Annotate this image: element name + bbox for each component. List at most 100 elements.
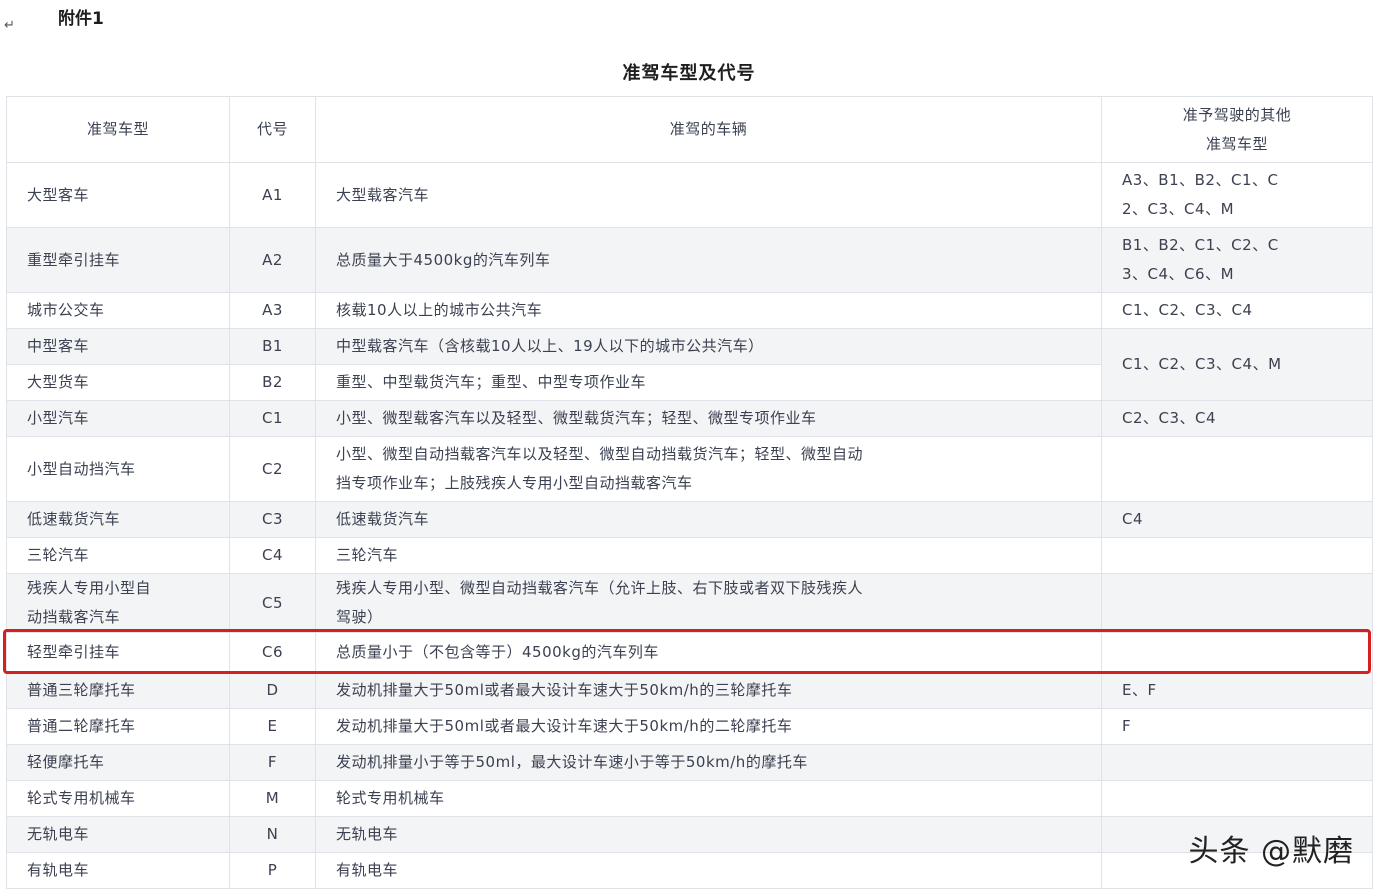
cell-others-line: C2、C3、C4 <box>1122 409 1217 427</box>
table-row: 中型客车 B1 中型载客汽车（含核载10人以上、19人以下的城市公共汽车） C1、C2… <box>6 328 1373 401</box>
cell-others-line: B1、B2、C1、C2、C <box>1122 236 1279 254</box>
cell-vehicles: 有轨电车 <box>315 852 1102 889</box>
cell-type-line: 大型客车 <box>27 185 90 204</box>
table-row: 城市公交车 A3 核载10人以上的城市公共汽车 C1、C2、C3、C4 <box>6 292 1373 329</box>
cell-others: B1、B2、C1、C2、C 3、C4、C6、M <box>1101 227 1373 293</box>
cell-code: C4 <box>229 537 316 574</box>
cell-vehicles-line: 发动机排量大于50ml或者最大设计车速大于50km/h的三轮摩托车 <box>336 681 793 699</box>
cell-vehicles-line: 发动机排量大于50ml或者最大设计车速大于50km/h的二轮摩托车 <box>336 717 793 735</box>
cell-type-line: 有轨电车 <box>27 861 90 879</box>
cell-vehicles: 发动机排量大于50ml或者最大设计车速大于50km/h的二轮摩托车 <box>315 708 1102 745</box>
table-header-row: 准驾车型 代号 准驾的车辆 准予驾驶的其他 准驾车型 <box>6 96 1373 163</box>
cell-code: C2 <box>229 436 316 502</box>
watermark: 头条 @默磨 <box>1188 834 1354 869</box>
attachment-label: 附件1 <box>58 9 104 29</box>
table-row: 残疾人专用小型自 动挡载客汽车 C5 残疾人专用小型、微型自动挡载客汽车（允许上肢、右… <box>6 573 1373 633</box>
cell-vehicles-line: 重型、中型载货汽车；重型、中型专项作业车 <box>336 373 647 391</box>
cell-others: E、F <box>1101 672 1373 709</box>
cell-others: F <box>1101 708 1373 745</box>
cell-code: B2 <box>229 364 316 401</box>
cell-type-line: 残疾人专用小型自 <box>27 579 152 597</box>
cell-vehicles-line: 大型载客汽车 <box>336 185 430 204</box>
cell-others <box>1101 537 1373 574</box>
cell-type: 无轨电车 <box>6 816 230 853</box>
cell-vehicles-line: 低速载货汽车 <box>336 510 430 528</box>
cell-code: C5 <box>229 573 316 633</box>
cell-code: B1 <box>229 328 316 365</box>
table-row: 普通三轮摩托车 D 发动机排量大于50ml或者最大设计车速大于50km/h的三轮摩托… <box>6 672 1373 709</box>
cell-code: A2 <box>229 227 316 293</box>
cell-others <box>1101 573 1373 633</box>
header-type: 准驾车型 <box>6 96 230 163</box>
cell-vehicles: 小型、微型自动挡载客汽车以及轻型、微型自动挡载货汽车；轻型、微型自动 挡专项作业车… <box>315 436 1102 502</box>
cell-type-line: 重型牵引挂车 <box>27 250 121 269</box>
cell-others-line: A3、B1、B2、C1、C <box>1122 171 1279 189</box>
cell-code: C1 <box>229 400 316 437</box>
cell-vehicles-line: 小型、微型自动挡载客汽车以及轻型、微型自动挡载货汽车；轻型、微型自动 <box>336 445 864 463</box>
cell-others: C1、C2、C3、C4 <box>1101 292 1373 329</box>
header-others-line2: 准驾车型 <box>1205 134 1268 153</box>
cell-type-line: 普通二轮摩托车 <box>27 717 136 735</box>
cell-type: 普通二轮摩托车 <box>6 708 230 745</box>
cell-type-line: 小型自动挡汽车 <box>27 459 136 478</box>
license-class-table: 准驾车型 代号 准驾的车辆 准予驾驶的其他 准驾车型 大型客车 A1 大型载客汽车 A… <box>6 96 1373 889</box>
cell-code: A1 <box>229 162 316 228</box>
cell-type: 轻便摩托车 <box>6 744 230 781</box>
cell-others: A3、B1、B2、C1、C 2、C3、C4、M <box>1101 162 1373 228</box>
table-row: 低速载货汽车 C3 低速载货汽车 C4 <box>6 501 1373 538</box>
cell-vehicles: 核载10人以上的城市公共汽车 <box>315 292 1102 329</box>
cell-others-line: 2、C3、C4、M <box>1122 200 1235 218</box>
cell-vehicles-line: 小型、微型载客汽车以及轻型、微型载货汽车；轻型、微型专项作业车 <box>336 409 817 427</box>
cell-vehicles-line: 三轮汽车 <box>336 546 399 564</box>
cell-vehicles: 总质量大于4500kg的汽车列车 <box>315 227 1102 293</box>
cell-others-merged: C1、C2、C3、C4、M <box>1101 328 1373 401</box>
table-row: 重型牵引挂车 A2 总质量大于4500kg的汽车列车 B1、B2、C1、C2、C 3、C… <box>6 227 1373 293</box>
cell-others-line: C4 <box>1122 510 1144 528</box>
cell-code: F <box>229 744 316 781</box>
cell-type-line: 无轨电车 <box>27 825 90 843</box>
cell-type: 城市公交车 <box>6 292 230 329</box>
cell-type-line: 中型客车 <box>27 337 90 355</box>
document-title: 准驾车型及代号 <box>622 63 756 84</box>
cell-vehicles: 中型载客汽车（含核载10人以上、19人以下的城市公共汽车） <box>315 328 1102 365</box>
header-others-line1: 准予驾驶的其他 <box>1182 105 1292 124</box>
cell-type: 大型客车 <box>6 162 230 228</box>
cell-vehicles: 大型载客汽车 <box>315 162 1102 228</box>
table-row: 轻便摩托车 F 发动机排量小于等于50ml，最大设计车速小于等于50km/h的摩托车 <box>6 744 1373 781</box>
table-row: 轮式专用机械车 M 轮式专用机械车 <box>6 780 1373 817</box>
cell-code: C3 <box>229 501 316 538</box>
cell-type: 轮式专用机械车 <box>6 780 230 817</box>
cell-vehicles-line: 发动机排量小于等于50ml，最大设计车速小于等于50km/h的摩托车 <box>336 753 808 771</box>
cell-type-line: 小型汽车 <box>27 409 90 427</box>
cell-vehicles: 发动机排量小于等于50ml，最大设计车速小于等于50km/h的摩托车 <box>315 744 1102 781</box>
cell-type-line: 普通三轮摩托车 <box>27 681 136 699</box>
cell-vehicles: 轮式专用机械车 <box>315 780 1102 817</box>
cell-code: M <box>229 780 316 817</box>
cell-type: 有轨电车 <box>6 852 230 889</box>
table-row: 大型客车 A1 大型载客汽车 A3、B1、B2、C1、C 2、C3、C4、M <box>6 162 1373 228</box>
cell-others-line: 3、C4、C6、M <box>1122 265 1235 283</box>
table-row: 小型汽车 C1 小型、微型载客汽车以及轻型、微型载货汽车；轻型、微型专项作业车 C2、… <box>6 400 1373 437</box>
cell-others <box>1101 436 1373 502</box>
cell-type: 重型牵引挂车 <box>6 227 230 293</box>
cell-type-line: 低速载货汽车 <box>27 510 121 528</box>
cell-vehicles-line: 驾驶） <box>336 608 383 626</box>
table-row: 普通二轮摩托车 E 发动机排量大于50ml或者最大设计车速大于50km/h的二轮摩托… <box>6 708 1373 745</box>
cell-others: C4 <box>1101 501 1373 538</box>
header-vehicles: 准驾的车辆 <box>315 96 1102 163</box>
cell-type: 大型货车 <box>6 364 230 401</box>
cell-code: P <box>229 852 316 889</box>
cell-others-line: F <box>1122 717 1132 735</box>
cell-type: 中型客车 <box>6 328 230 365</box>
cell-code: D <box>229 672 316 709</box>
cell-vehicles-line: 轮式专用机械车 <box>336 789 445 807</box>
cell-vehicles-line: 核载10人以上的城市公共汽车 <box>336 301 543 319</box>
cell-others-line: E、F <box>1122 681 1157 699</box>
cell-others: C2、C3、C4 <box>1101 400 1373 437</box>
cell-code: N <box>229 816 316 853</box>
cell-vehicles-line: 有轨电车 <box>336 861 399 879</box>
cell-type: 低速载货汽车 <box>6 501 230 538</box>
header-code: 代号 <box>229 96 316 163</box>
cell-type-line: 动挡载客汽车 <box>27 608 121 626</box>
cell-type: 小型自动挡汽车 <box>6 436 230 502</box>
